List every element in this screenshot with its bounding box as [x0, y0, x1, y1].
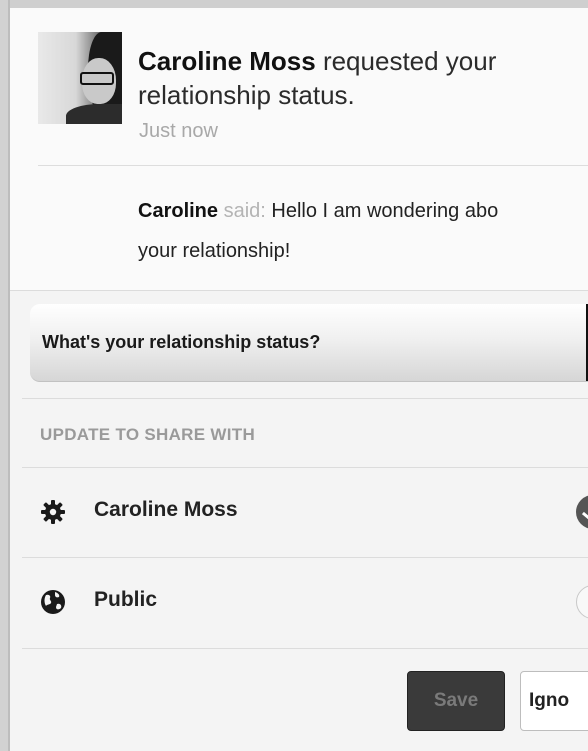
- globe-icon: [40, 589, 66, 615]
- gear-icon: [40, 499, 66, 525]
- avatar[interactable]: [38, 32, 122, 124]
- section-divider-top: [22, 398, 588, 399]
- request-dialog: Caroline Moss requested your relationshi…: [8, 0, 588, 751]
- message-verb: said:: [218, 200, 272, 222]
- message-line-1: Hello I am wondering abo: [271, 200, 499, 222]
- message-sender[interactable]: Caroline: [138, 200, 218, 222]
- avatar-shoulder: [66, 104, 122, 124]
- selected-check-radio[interactable]: [576, 495, 588, 529]
- unselected-radio[interactable]: [576, 585, 588, 619]
- ignore-button[interactable]: Igno: [520, 671, 588, 731]
- share-option-label: Public: [94, 588, 158, 611]
- dialog-top-edge: [10, 0, 588, 8]
- card-divider: [38, 165, 588, 166]
- share-option-public[interactable]: Public: [10, 558, 588, 646]
- share-option-label: Caroline Moss: [94, 498, 238, 521]
- request-timestamp: Just now: [139, 120, 218, 142]
- relationship-status-label: What's your relationship status?: [42, 332, 321, 352]
- share-section-label: UPDATE TO SHARE WITH: [40, 425, 256, 444]
- request-headline: Caroline Moss requested your relationshi…: [138, 44, 588, 112]
- save-button[interactable]: Save: [407, 671, 505, 731]
- avatar-glasses: [80, 72, 114, 85]
- message-line-2: your relationship!: [138, 240, 291, 262]
- request-card: Caroline Moss requested your relationshi…: [10, 8, 588, 291]
- footer-divider: [22, 648, 588, 649]
- relationship-status-select[interactable]: What's your relationship status?: [30, 304, 588, 382]
- share-option-caroline[interactable]: Caroline Moss: [10, 468, 588, 556]
- request-message: Caroline said: Hello I am wondering abo …: [138, 191, 588, 271]
- requester-name[interactable]: Caroline Moss: [138, 46, 316, 76]
- dialog-footer: Save Igno: [10, 651, 588, 751]
